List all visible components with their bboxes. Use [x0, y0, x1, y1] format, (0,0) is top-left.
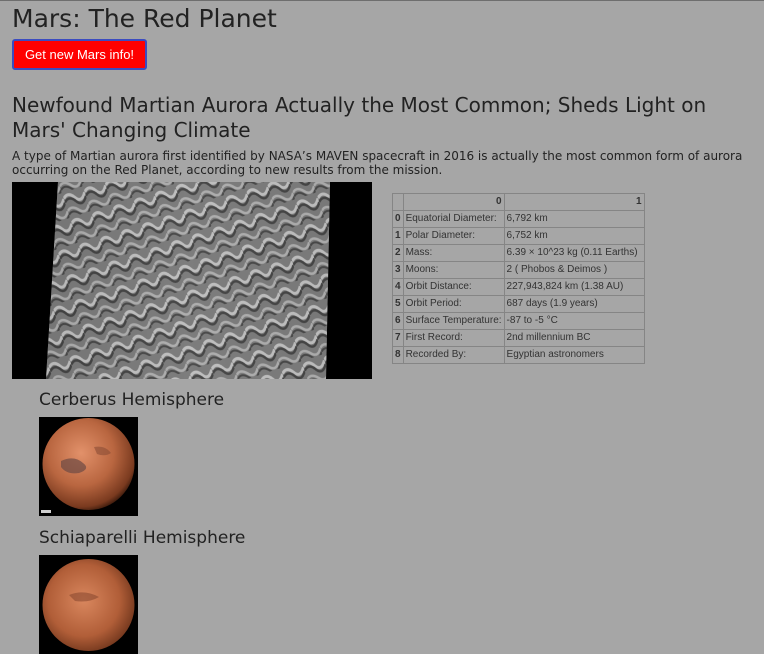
table-row: 5 Orbit Period: 687 days (1.9 years): [392, 295, 645, 313]
news-title: Newfound Martian Aurora Actually the Mos…: [12, 93, 707, 142]
row-label: Mass:: [402, 244, 505, 262]
row-label: First Record:: [402, 329, 505, 347]
row-value: 687 days (1.9 years): [503, 295, 645, 313]
header-index-cell: [392, 193, 404, 211]
table-row: 0 Equatorial Diameter: 6,792 km: [392, 210, 645, 228]
mars-facts-table: 0 1 0 Equatorial Diameter: 6,792 km 1 Po…: [392, 193, 645, 364]
table-row: 1 Polar Diameter: 6,752 km: [392, 227, 645, 245]
row-label: Moons:: [402, 261, 505, 279]
row-label: Orbit Distance:: [402, 278, 505, 296]
row-index: 7: [392, 329, 404, 347]
schiaparelli-hemisphere-image: [39, 555, 138, 654]
table-header-row: 0 1: [392, 193, 645, 211]
cerberus-planet-svg: [39, 417, 138, 516]
row-value: 6,792 km: [503, 210, 645, 228]
table-row: 8 Recorded By: Egyptian astronomers: [392, 346, 645, 364]
top-border: [0, 0, 764, 1]
table-row: 4 Orbit Distance: 227,943,824 km (1.38 A…: [392, 278, 645, 296]
table-row: 6 Surface Temperature: -87 to -5 °C: [392, 312, 645, 330]
page-title: Mars: The Red Planet: [12, 4, 277, 33]
hemisphere-title-cerberus: Cerberus Hemisphere: [39, 390, 225, 410]
row-value: 6.39 × 10^23 kg (0.11 Earths): [503, 244, 645, 262]
row-value: 2 ( Phobos & Deimos ): [503, 261, 645, 279]
row-label: Recorded By:: [402, 346, 505, 364]
row-index: 6: [392, 312, 404, 330]
row-label: Surface Temperature:: [402, 312, 505, 330]
row-value: 6,752 km: [503, 227, 645, 245]
row-value: Egyptian astronomers: [503, 346, 645, 364]
news-paragraph: A type of Martian aurora first identifie…: [12, 149, 743, 177]
row-index: 5: [392, 295, 404, 313]
row-label: Equatorial Diameter:: [402, 210, 505, 228]
row-index: 1: [392, 227, 404, 245]
table-row: 7 First Record: 2nd millennium BC: [392, 329, 645, 347]
row-label: Orbit Period:: [402, 295, 505, 313]
header-col-0: 0: [402, 193, 505, 211]
table-row: 2 Mass: 6.39 × 10^23 kg (0.11 Earths): [392, 244, 645, 262]
get-new-mars-info-button[interactable]: Get new Mars info!: [12, 39, 147, 70]
row-value: -87 to -5 °C: [503, 312, 645, 330]
hemisphere-title-schiaparelli: Schiaparelli Hemisphere: [39, 528, 246, 548]
row-index: 2: [392, 244, 404, 262]
table-row: 3 Moons: 2 ( Phobos & Deimos ): [392, 261, 645, 279]
row-value: 2nd millennium BC: [503, 329, 645, 347]
featured-image-svg: [12, 182, 372, 379]
cerberus-hemisphere-image: [39, 417, 138, 516]
row-index: 3: [392, 261, 404, 279]
row-label: Polar Diameter:: [402, 227, 505, 245]
row-index: 0: [392, 210, 404, 228]
header-col-1: 1: [503, 193, 645, 211]
row-index: 4: [392, 278, 404, 296]
row-index: 8: [392, 346, 404, 364]
schiaparelli-planet-svg: [39, 555, 138, 654]
row-value: 227,943,824 km (1.38 AU): [503, 278, 645, 296]
featured-mars-image: [12, 182, 372, 379]
